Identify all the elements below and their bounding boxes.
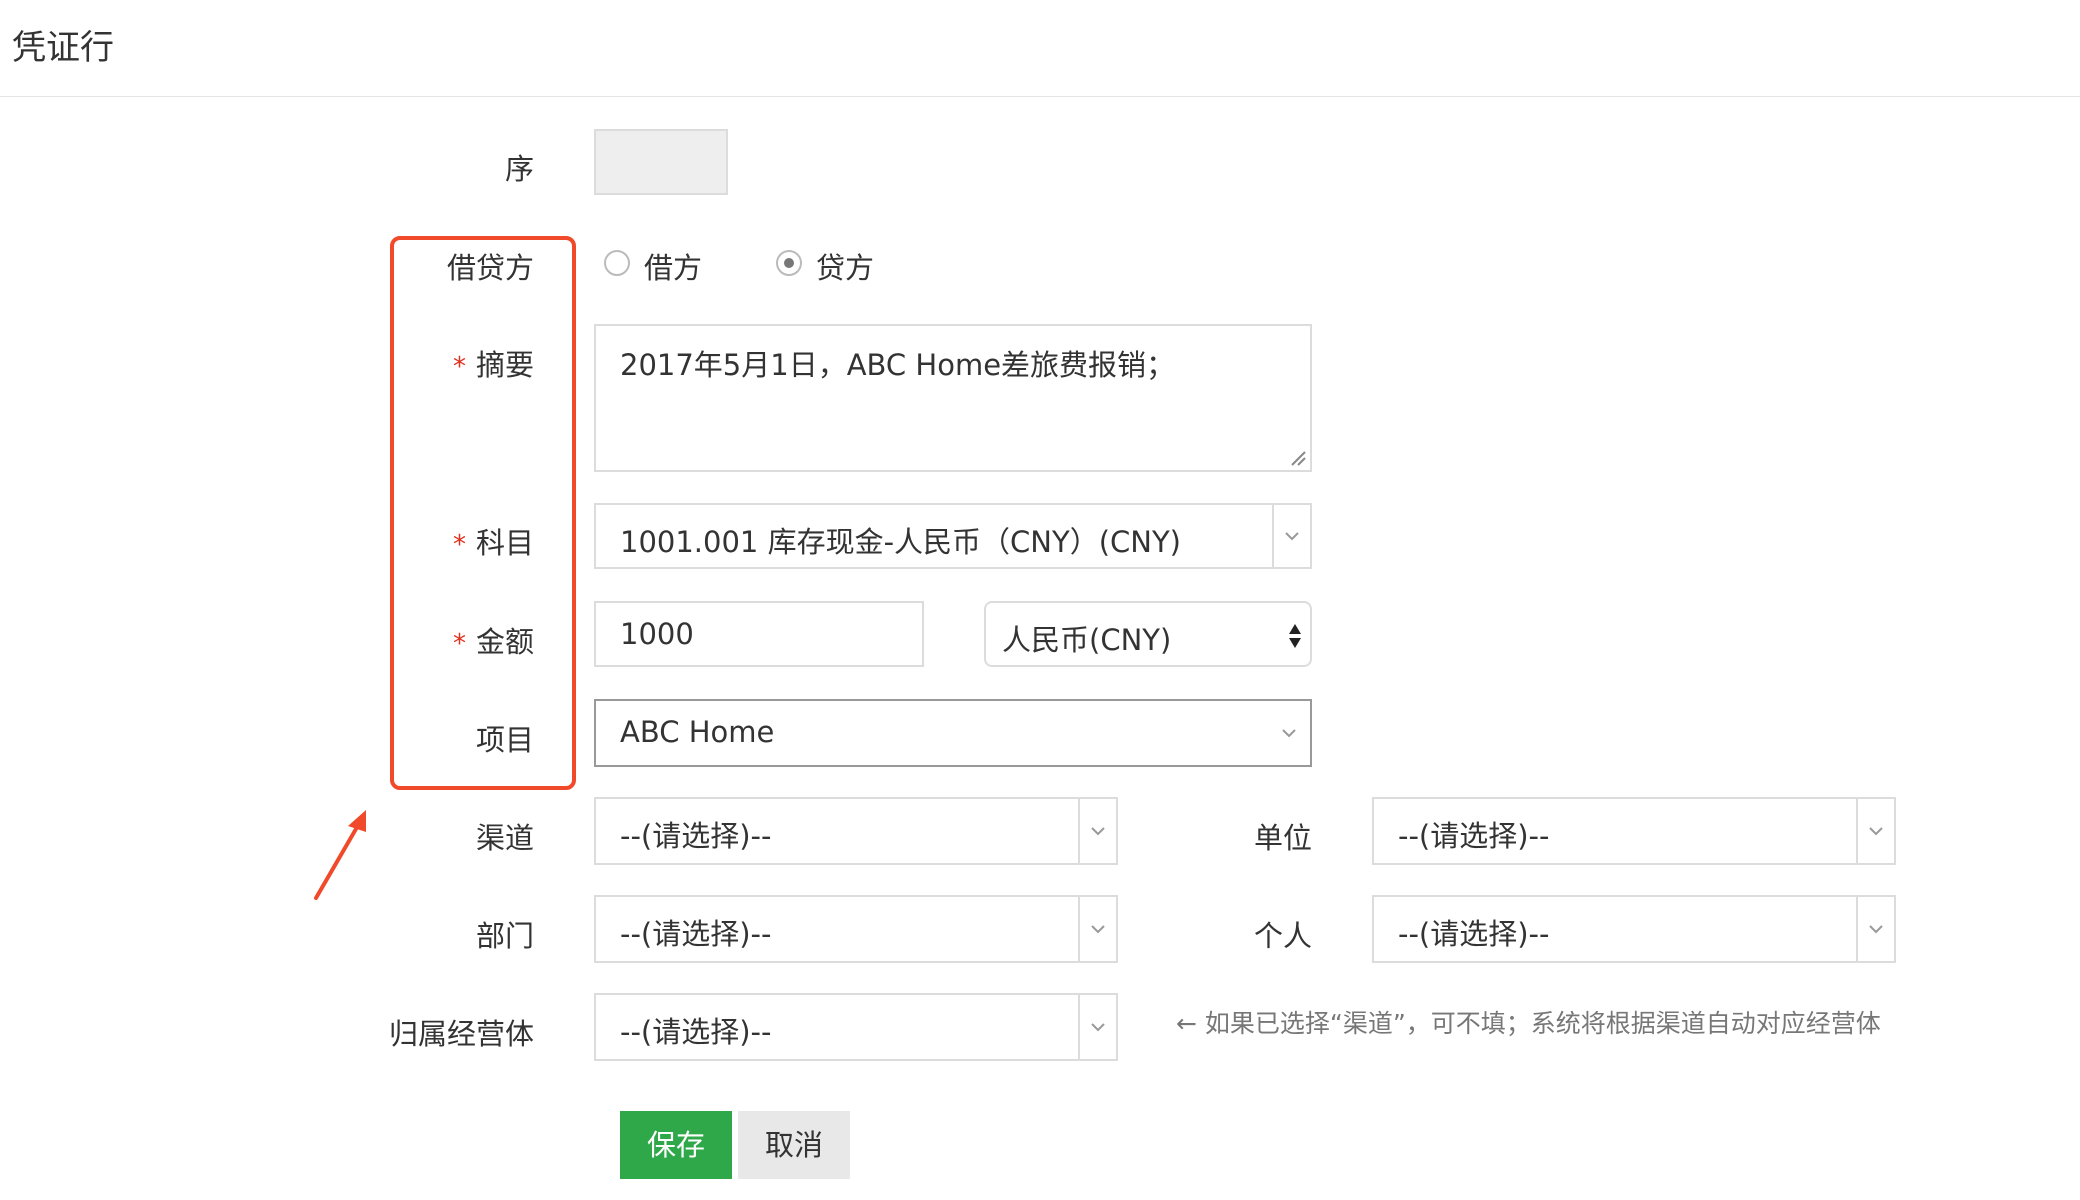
- person-label: 个人: [1253, 919, 1312, 953]
- chevron-down-icon: [1869, 827, 1883, 836]
- currency-select[interactable]: 人民币(CNY): [984, 601, 1312, 667]
- summary-textarea[interactable]: 2017年5月1日，ABC Home差旅费报销；: [594, 324, 1312, 472]
- entity-label: 归属经营体: [388, 1017, 534, 1051]
- credit-radio[interactable]: [776, 250, 802, 276]
- credit-radio-label[interactable]: 贷方: [816, 245, 874, 287]
- debit-radio-label[interactable]: 借方: [644, 245, 702, 287]
- page-title: 凭证行: [12, 28, 114, 68]
- seq-label: 序: [504, 152, 534, 186]
- header: 凭证行: [0, 0, 2080, 97]
- entity-value: --(请选择)--: [620, 1015, 772, 1049]
- currency-value: 人民币(CNY): [1002, 623, 1172, 657]
- seq-field: [594, 129, 728, 195]
- entity-dropdown-toggle[interactable]: [1078, 995, 1116, 1059]
- channel-label: 渠道: [475, 821, 534, 855]
- project-select[interactable]: ABC Home: [594, 699, 1312, 767]
- subject-value: 1001.001 库存现金-人民币（CNY）(CNY): [620, 525, 1181, 559]
- resize-handle-icon[interactable]: [1290, 450, 1306, 466]
- chevron-down-icon: [1091, 1023, 1105, 1032]
- entity-select[interactable]: --(请选择)--: [594, 993, 1118, 1061]
- updown-icon: [1289, 624, 1301, 648]
- department-value: --(请选择)--: [620, 917, 772, 951]
- unit-dropdown-toggle[interactable]: [1856, 799, 1894, 863]
- annotation-arrow-icon: [314, 810, 366, 900]
- unit-label: 单位: [1253, 821, 1312, 855]
- person-dropdown-toggle[interactable]: [1856, 897, 1894, 961]
- subject-dropdown-toggle[interactable]: [1272, 505, 1310, 567]
- chevron-down-icon: [1285, 532, 1299, 541]
- amount-input[interactable]: 1000: [594, 601, 924, 667]
- unit-value: --(请选择)--: [1398, 819, 1550, 853]
- cancel-button[interactable]: 取消: [738, 1111, 850, 1179]
- chevron-down-icon: [1282, 729, 1296, 738]
- person-select[interactable]: --(请选择)--: [1372, 895, 1896, 963]
- amount-value: 1000: [620, 617, 694, 651]
- highlight-box: [390, 236, 576, 790]
- unit-select[interactable]: --(请选择)--: [1372, 797, 1896, 865]
- credit-radio-dot: [784, 258, 794, 268]
- project-value: ABC Home: [620, 715, 775, 749]
- entity-hint: ← 如果已选择“渠道”，可不填；系统将根据渠道自动对应经营体: [1176, 1009, 1881, 1038]
- channel-value: --(请选择)--: [620, 819, 772, 853]
- department-label: 部门: [475, 919, 534, 953]
- person-value: --(请选择)--: [1398, 917, 1550, 951]
- save-button[interactable]: 保存: [620, 1111, 732, 1179]
- summary-value: 2017年5月1日，ABC Home差旅费报销；: [620, 348, 1176, 382]
- subject-select[interactable]: 1001.001 库存现金-人民币（CNY）(CNY): [594, 503, 1312, 569]
- chevron-down-icon: [1869, 925, 1883, 934]
- debit-radio[interactable]: [604, 250, 630, 276]
